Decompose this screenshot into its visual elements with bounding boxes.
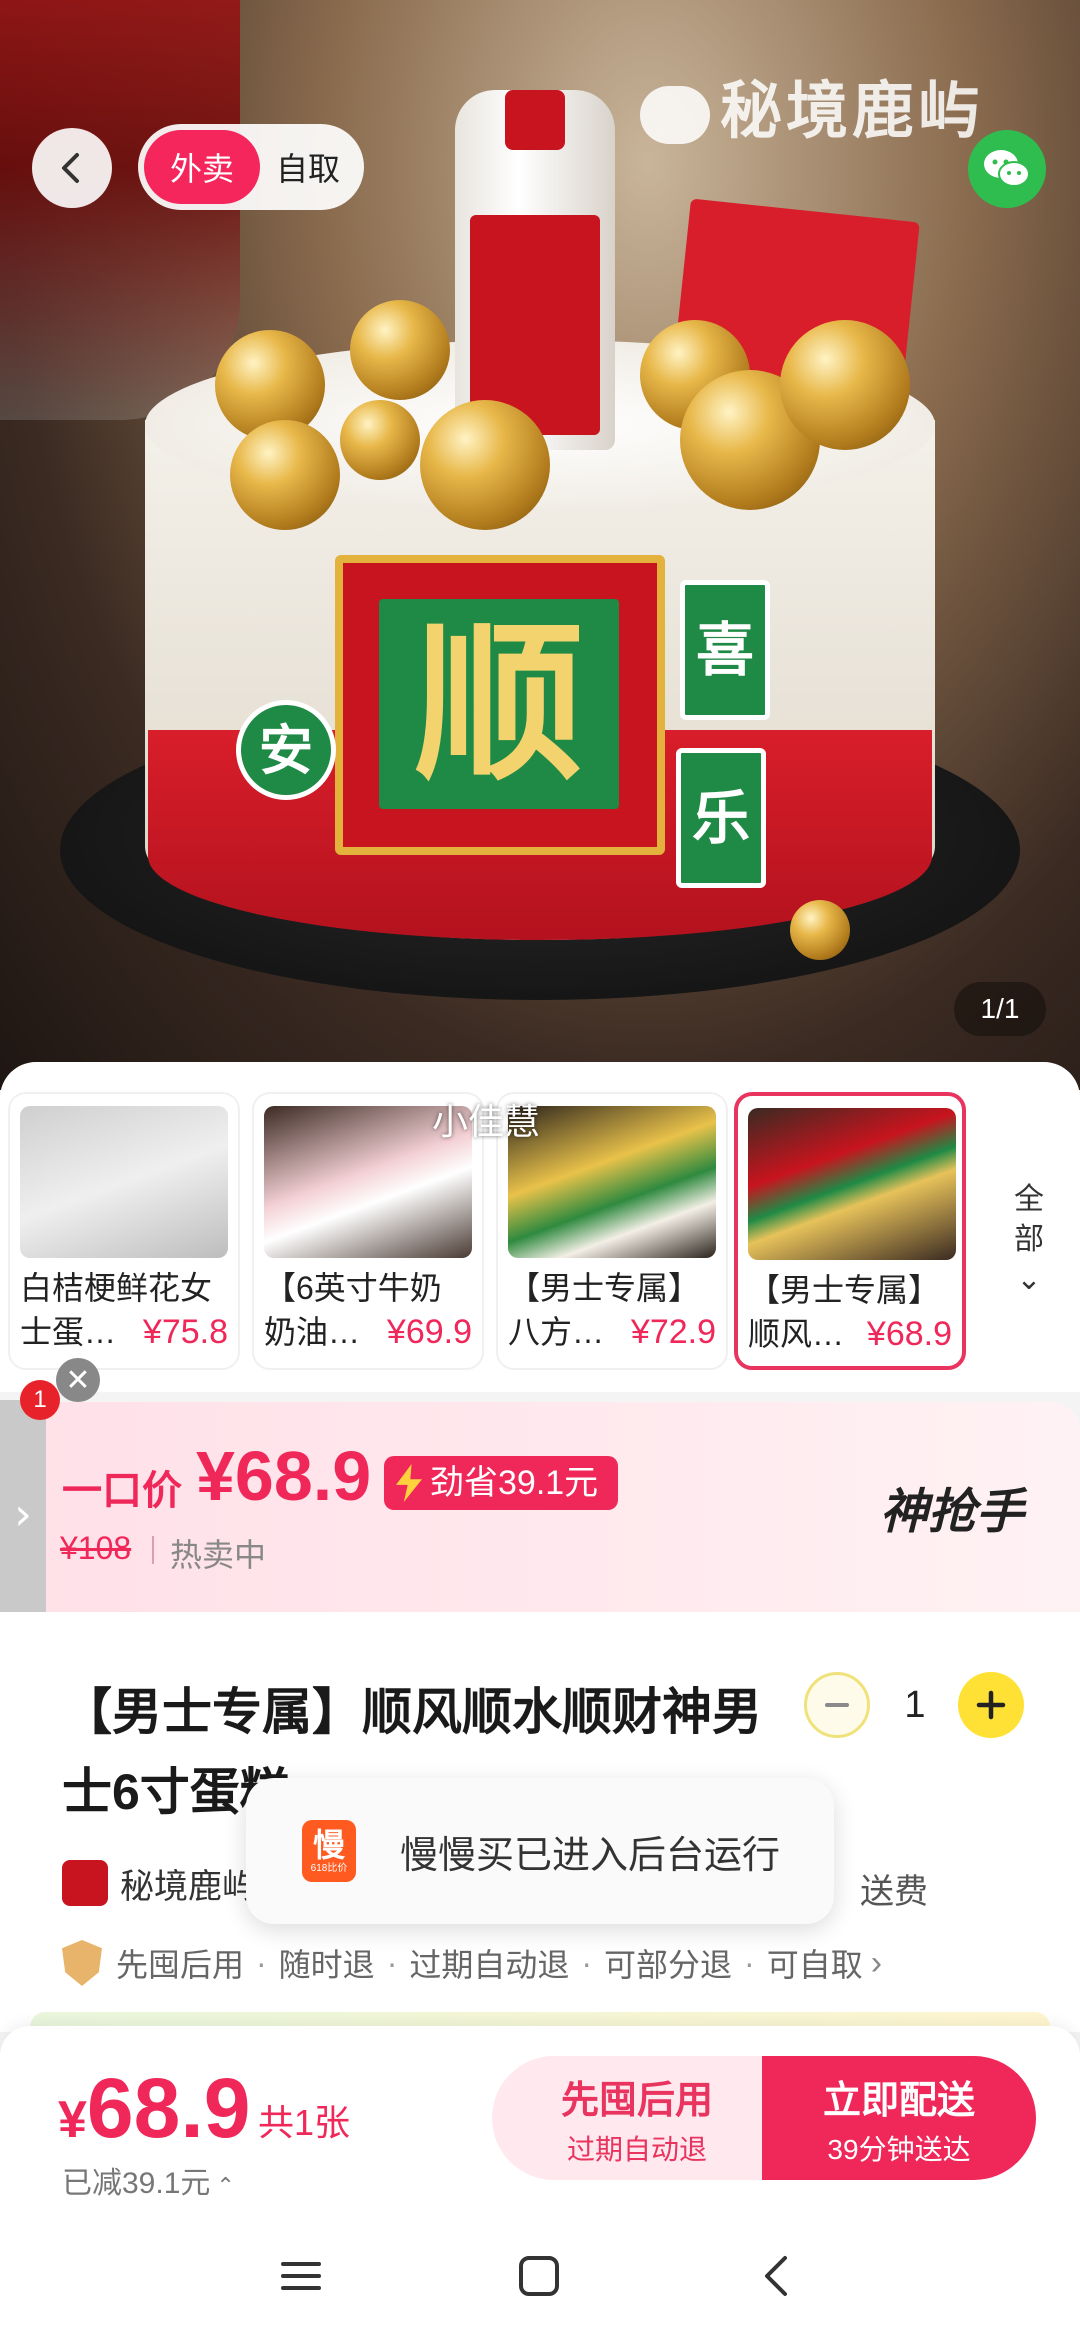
system-back-button[interactable]	[742, 2246, 812, 2306]
notification-badge: 1	[20, 1380, 60, 1420]
buy-and-store-button[interactable]: 先囤后用 过期自动退	[492, 2056, 782, 2180]
checkout-bar: ¥68.9 共1张 已减39.1元 ⌃ 先囤后用 过期自动退 立即配送 39分钟送…	[0, 2026, 1080, 2210]
deal-price: ¥68.9	[196, 1437, 372, 1515]
delivery-mode-toggle: 外卖 自取	[138, 124, 364, 210]
close-icon[interactable]: ✕	[56, 1358, 100, 1402]
brand-logo: 神抢手	[880, 1486, 1025, 1539]
guarantee-item: 可自取	[766, 1947, 863, 1983]
cake-sign: 顺	[335, 555, 665, 855]
variant-name: 【男士专属】	[748, 1272, 941, 1308]
total-price: ¥68.9	[58, 2061, 251, 2155]
variant-name-2: 顺风…	[748, 1316, 845, 1352]
divider	[152, 1536, 154, 1564]
wine-glass	[0, 0, 240, 420]
mode-pickup-tab[interactable]: 自取	[260, 130, 356, 204]
wechat-share-button[interactable]	[968, 130, 1046, 208]
chevron-left-icon	[62, 153, 79, 183]
sale-status: 热卖中	[170, 1537, 267, 1573]
all-variants-button[interactable]: 全 部 ⌄	[1004, 1180, 1054, 1300]
variant-card-selected[interactable]: 【男士专属】 顺风… ¥68.9	[734, 1092, 966, 1370]
discount-summary[interactable]: 已减39.1元 ⌃	[62, 2158, 235, 2202]
variant-price: ¥75.8	[142, 1313, 228, 1351]
quantity-decrease-button[interactable]	[804, 1672, 870, 1738]
gold-ball	[350, 300, 450, 400]
variant-name: 【男士专属】	[508, 1270, 701, 1306]
system-navigation-bar	[0, 2210, 1080, 2340]
gold-ball	[420, 400, 550, 530]
app-icon-sub: 618比价	[310, 1863, 348, 1874]
toast-notification: 慢 618比价 慢慢买已进入后台运行	[246, 1778, 834, 1924]
plus-icon	[976, 1690, 1006, 1720]
shop-name: 秘境鹿屿	[120, 1867, 256, 1906]
variant-name: 【6英寸牛奶	[264, 1270, 442, 1306]
all-label-2: 部	[1014, 1223, 1044, 1256]
bolt-icon	[396, 1464, 422, 1502]
chevron-right-icon: ›	[870, 1943, 883, 1982]
price-label: 一口价	[62, 1469, 182, 1513]
gold-ball	[790, 900, 850, 960]
shop-watermark: 秘境鹿屿	[640, 60, 984, 150]
toast-text: 慢慢买已进入后台运行	[400, 1834, 781, 1877]
app-icon-glyph: 慢	[312, 1827, 345, 1863]
back-icon	[765, 2256, 787, 2296]
variant-name: 白桔梗鲜花女	[20, 1270, 213, 1306]
tile-left: 安	[236, 700, 336, 800]
guarantee-item: 可部分退	[604, 1947, 733, 1983]
saving-badge: 劲省39.1元	[384, 1456, 619, 1510]
variant-price: ¥72.9	[630, 1313, 716, 1351]
guarantee-item: 随时退	[278, 1947, 375, 1983]
original-price: ¥108	[60, 1530, 132, 1566]
menu-button[interactable]	[266, 2246, 336, 2306]
quantity-value: 1	[904, 1684, 926, 1726]
gold-ball	[780, 320, 910, 450]
variant-name-2: 奶油…	[264, 1314, 361, 1350]
side-drawer-tab[interactable]: ›	[0, 1400, 46, 1628]
chevron-right-icon: ›	[14, 1488, 32, 1540]
quantity-increase-button[interactable]	[958, 1672, 1024, 1738]
image-overlay-text: 小佳慧	[432, 1101, 541, 1142]
delivery-fee: 送费	[860, 1873, 928, 1911]
variant-thumbnail	[748, 1108, 956, 1260]
guarantee-row[interactable]: 先囤后用 · 随时退 · 过期自动退 · 可部分退 · 可自取 ›	[62, 1938, 882, 1988]
home-icon	[519, 2256, 559, 2296]
guarantee-item: 先囤后用	[116, 1947, 245, 1983]
app-icon: 慢 618比价	[302, 1820, 356, 1882]
bottle-cap	[505, 90, 565, 150]
variant-thumbnail	[20, 1106, 228, 1258]
item-count: 共1张	[258, 2102, 351, 2143]
tile-top: 喜	[680, 580, 770, 720]
mode-delivery-tab[interactable]: 外卖	[144, 130, 260, 204]
tile-bottom: 乐	[676, 748, 766, 888]
shop-link[interactable]: 秘境鹿屿	[62, 1858, 256, 1908]
back-button[interactable]	[32, 128, 112, 208]
variant-name-2: 八方…	[508, 1314, 605, 1350]
shop-logo	[62, 1860, 108, 1906]
menu-icon	[281, 2262, 321, 2290]
wechat-icon	[984, 150, 1030, 187]
chevron-up-icon: ⌃	[216, 2173, 235, 2198]
home-button[interactable]	[504, 2246, 574, 2306]
variant-card[interactable]: 白桔梗鲜花女 士蛋… ¥75.8	[8, 1092, 240, 1370]
chevron-down-icon: ⌄	[1016, 1263, 1042, 1296]
cake-sign-char: 顺	[379, 599, 619, 809]
image-page-indicator: 1/1	[954, 982, 1046, 1036]
gold-ball	[230, 420, 340, 530]
guarantee-item: 过期自动退	[409, 1947, 570, 1983]
variant-price: ¥69.9	[386, 1313, 472, 1351]
shield-icon	[62, 1940, 102, 1986]
variant-price: ¥68.9	[866, 1315, 952, 1353]
gold-ball	[340, 400, 420, 480]
variant-name-2: 士蛋…	[20, 1314, 117, 1350]
price-banner: 一口价 ¥68.9 劲省39.1元 ¥108 热卖中 神抢手	[0, 1402, 1080, 1612]
minus-icon	[825, 1703, 849, 1707]
all-label-1: 全	[1014, 1183, 1044, 1216]
deliver-now-button[interactable]: 立即配送 39分钟送达	[762, 2056, 1036, 2180]
